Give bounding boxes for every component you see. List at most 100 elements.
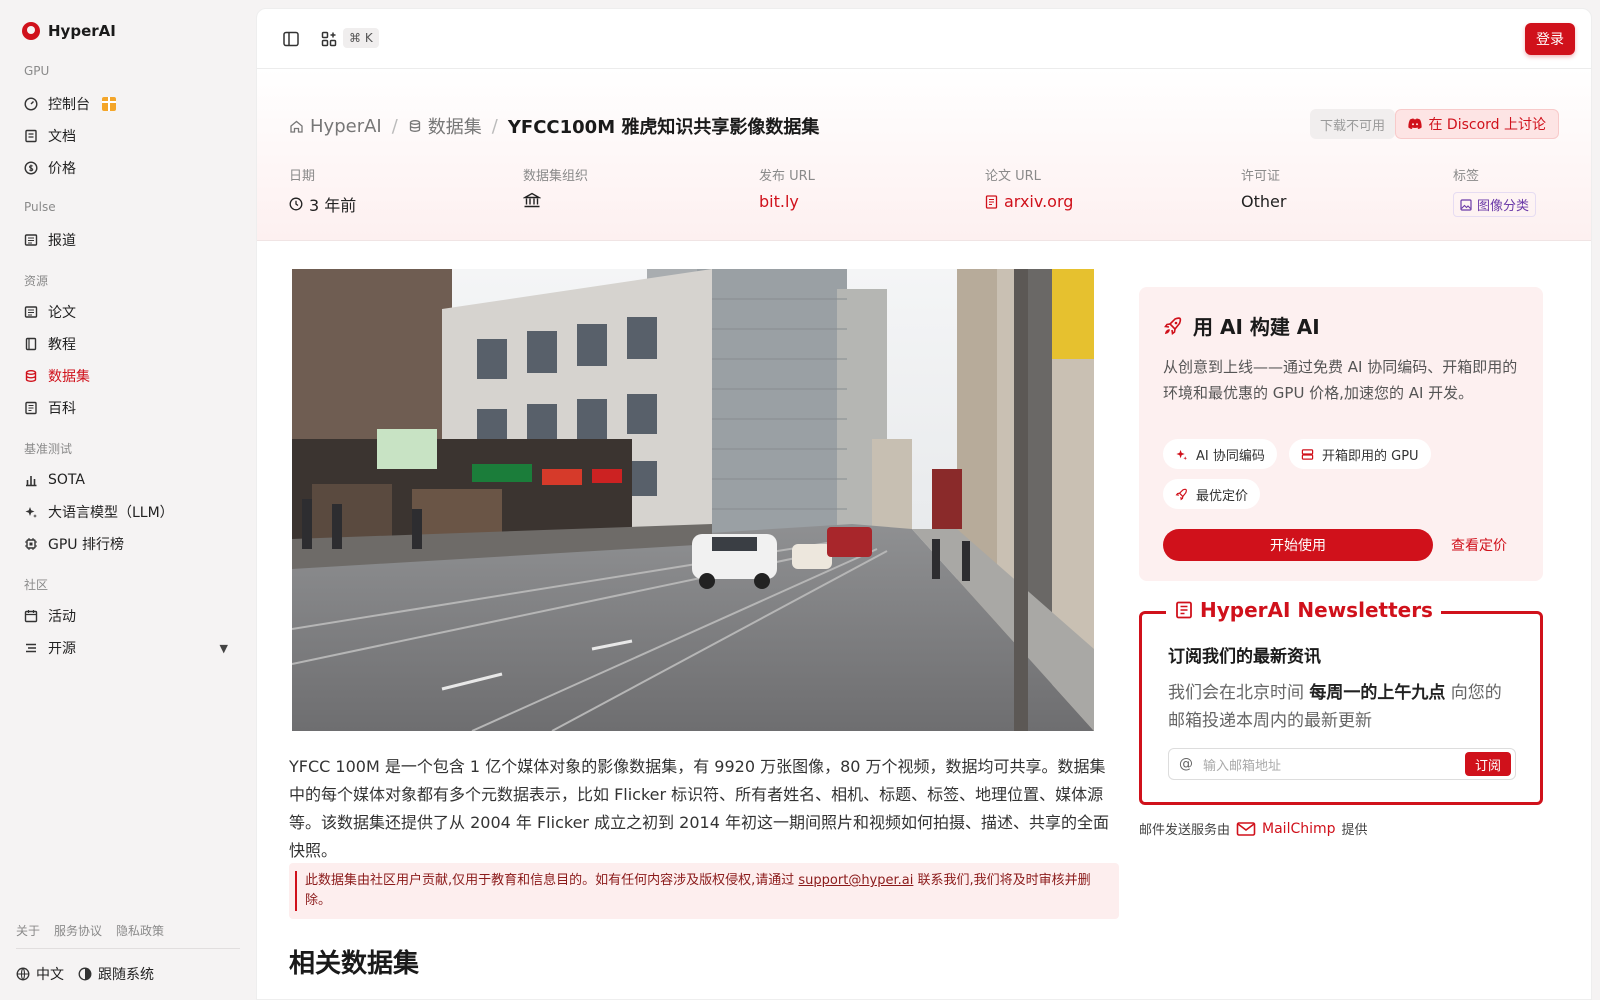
sidebar-item-label: 价格 [48,161,76,177]
meta-release-url-label: 发布 URL [759,169,815,184]
sidebar-item-label: 控制台 [48,97,90,113]
breadcrumb-home[interactable]: HyperAI [289,116,382,137]
pill-gpu[interactable]: 开箱即用的 GPU [1289,439,1431,469]
meta-tags: 标签 图像分类 [1453,165,1537,217]
theme-label: 跟随系统 [98,967,154,983]
mailchimp-link[interactable]: MailChimp [1262,821,1336,837]
sidebar-item-label: 教程 [48,337,76,353]
theme-switch[interactable]: 跟随系统 [78,964,154,984]
pill-label: 开箱即用的 GPU [1322,448,1419,464]
footer-link-terms[interactable]: 服务协议 [54,922,102,939]
sidebar-item-label: 百科 [48,401,76,417]
related-datasets-heading: 相关数据集 [289,949,420,979]
sparkles-icon [24,505,38,519]
section-title-gpu: GPU [24,64,50,78]
newspaper-icon [24,305,38,319]
dataset-description: YFCC 100M 是一个包含 1 亿个媒体对象的影像数据集，有 9920 万张… [289,757,1109,860]
discord-label: 在 Discord 上讨论 [1428,117,1546,133]
mail-by-prefix: 邮件发送服务由 [1139,823,1231,838]
top-bar: ⌘ K 登录 [257,9,1591,69]
sidebar-item-label: 开源 [48,641,76,657]
language-switch[interactable]: 中文 [16,964,64,984]
newspaper-icon [24,233,38,247]
command-menu-button[interactable] [317,27,341,51]
apps-icon [321,31,337,47]
newsletter-text: 我们会在北京时间 每周一的上午九点 向您的邮箱投递本周内的最新更新 [1168,679,1514,735]
list-icon [24,641,38,655]
meta-license: 许可证 Other [1241,165,1286,211]
meta-tags-label: 标签 [1453,169,1480,184]
language-label: 中文 [36,967,64,983]
sidebar-item-tutorials[interactable]: 教程 [16,329,240,359]
sidebar-item-wiki[interactable]: 百科 [16,393,240,423]
view-pricing-link[interactable]: 查看定价 [1451,529,1507,561]
sidebar-item-pricing[interactable]: 价格 [16,153,240,183]
meta-organization: 数据集组织 [523,165,588,208]
sidebar-item-sota[interactable]: SOTA [16,465,240,495]
email-placeholder: 输入邮箱地址 [1203,758,1282,774]
sidebar-item-events[interactable]: 活动 [16,601,240,631]
subscribe-button[interactable]: 订阅 [1465,752,1511,776]
meta-org-label: 数据集组织 [523,169,589,184]
institution-icon [523,192,541,208]
meta-license-value: Other [1241,192,1287,211]
sidebar-footer-links: 关于 服务协议 隐私政策 [16,922,164,939]
pill-pricing[interactable]: 最优定价 [1163,479,1261,509]
email-field[interactable]: @ 输入邮箱地址 订阅 [1168,748,1516,780]
ai-promo-text: 从创意到上线——通过免费 AI 协同编码、开箱即用的环境和最优惠的 GPU 价格… [1163,358,1518,402]
discuss-on-discord-button[interactable]: 在 Discord 上讨论 [1395,109,1559,139]
rocket-icon [1164,316,1182,335]
sidebar-item-news[interactable]: 报道 [16,225,240,255]
mail-provider-credit: 邮件发送服务由 MailChimp 提供 [1139,819,1368,839]
sidebar-item-datasets[interactable]: 数据集 [16,361,240,391]
newsletter-legend: HyperAI Newsletters [1166,598,1441,622]
sidebar-item-docs[interactable]: 文档 [16,121,240,151]
newspaper-icon [1176,601,1192,619]
image-icon [1460,198,1472,211]
login-button[interactable]: 登录 [1525,23,1575,55]
sidebar-toggle-icon [283,31,299,47]
notebook-icon [24,337,38,351]
meta-org-value [523,192,588,208]
newsletter-title: 订阅我们的最新资讯 [1168,647,1321,667]
breadcrumb-datasets-label: 数据集 [427,117,482,138]
home-icon [290,120,303,133]
ai-promo-title-text: 用 AI 构建 AI [1193,315,1320,339]
sidebar-item-label: 数据集 [48,369,90,385]
sidebar-item-label: 大语言模型（LLM） [48,505,174,521]
pill-ai-coding[interactable]: AI 协同编码 [1163,439,1277,469]
sidebar-item-label: 活动 [48,609,76,625]
release-url-link[interactable]: bit.ly [759,192,815,211]
breadcrumb: HyperAI / 数据集 / YFCC100M 雅虎知识共享影像数据集 [289,113,819,139]
brand-link[interactable]: HyperAI [22,22,116,40]
chart-icon [24,473,38,487]
sidebar-item-open-source[interactable]: 开源 ▼ [16,633,240,663]
breadcrumb-separator: / [391,115,398,137]
get-started-button[interactable]: 开始使用 [1163,529,1433,561]
breadcrumb-separator: / [491,115,498,137]
sidebar-item-label: 论文 [48,305,76,321]
sidebar-item-gpu-leaderboard[interactable]: GPU 排行榜 [16,529,240,559]
footer-link-privacy[interactable]: 隐私政策 [116,922,164,939]
toggle-sidebar-button[interactable] [279,27,303,51]
download-unavailable-button[interactable]: 下载不可用 [1309,109,1395,139]
sidebar-item-llm[interactable]: 大语言模型（LLM） [16,497,240,527]
sidebar-item-console[interactable]: 控制台 [16,89,240,119]
breadcrumb-datasets[interactable]: 数据集 [408,113,482,139]
paper-url-link[interactable]: arxiv.org [985,192,1073,211]
tag-chip[interactable]: 图像分类 [1453,192,1537,217]
newsletter-text-before: 我们会在北京时间 [1168,683,1310,703]
support-email-link[interactable]: support@hyper.ai [798,873,913,888]
mail-icon [1236,821,1256,836]
footer-link-about[interactable]: 关于 [16,922,40,939]
meta-tags-value: 图像分类 [1453,192,1537,217]
pill-label: 最优定价 [1196,488,1249,504]
sidebar-item-label: 报道 [48,233,76,249]
meta-license-label: 许可证 [1241,169,1281,184]
meta-release-url: 发布 URL bit.ly [759,165,815,211]
keyboard-shortcut: ⌘ K [343,28,379,48]
dataset-cover-image [292,269,1094,731]
document-icon [985,194,998,209]
chevron-down-icon[interactable]: ▼ [220,642,228,655]
sidebar-item-papers[interactable]: 论文 [16,297,240,327]
